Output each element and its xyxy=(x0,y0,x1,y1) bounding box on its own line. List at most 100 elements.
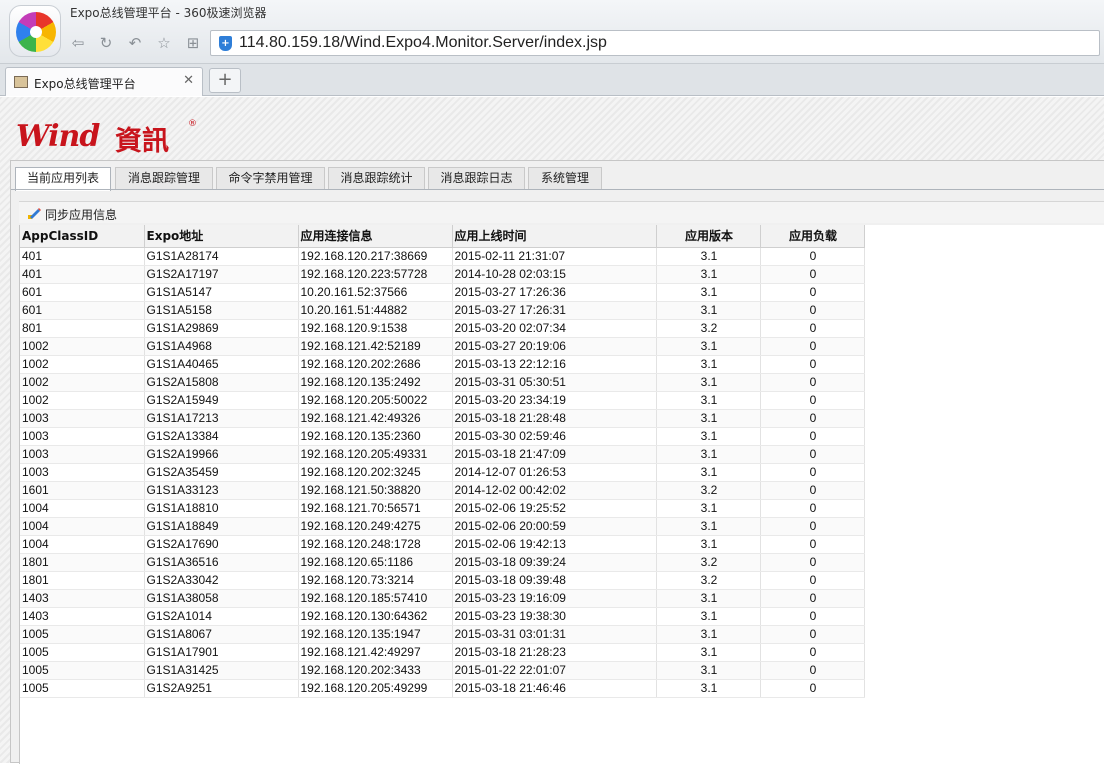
cell-load: 0 xyxy=(760,589,865,608)
cell-appclassid: 1005 xyxy=(20,679,145,698)
cell-expo-address: G1S1A36516 xyxy=(144,553,299,572)
cell-version: 3.1 xyxy=(656,337,761,356)
table-row[interactable]: 601 G1S1A5147 10.20.161.52:37566 2015-03-27… xyxy=(20,283,865,302)
cell-online-time: 2015-02-06 19:25:52 xyxy=(452,499,657,518)
cell-expo-address: G1S2A13384 xyxy=(144,427,299,446)
back-icon[interactable]: ⇦ xyxy=(68,34,88,52)
col-header-load[interactable]: 应用负载 xyxy=(760,225,865,248)
new-tab-button[interactable]: + xyxy=(209,68,241,93)
refresh-icon[interactable]: ↻ xyxy=(96,34,116,52)
cell-connection: 192.168.120.205:49299 xyxy=(298,679,453,698)
cell-appclassid: 401 xyxy=(20,247,145,266)
cell-load: 0 xyxy=(760,679,865,698)
cell-appclassid: 1801 xyxy=(20,553,145,572)
page-body: Wind 資訊 ® 当前应用列表 消息跟踪管理 命令字禁用管理 消息跟踪统计 消… xyxy=(0,97,1104,764)
col-header-connection[interactable]: 应用连接信息 xyxy=(298,225,453,248)
table-row[interactable]: 1005 G1S1A8067 192.168.120.135:1947 2015-03… xyxy=(20,625,865,644)
cell-expo-address: G1S1A17901 xyxy=(144,643,299,662)
table-row[interactable]: 1004 G1S1A18849 192.168.120.249:4275 2015-0… xyxy=(20,517,865,536)
tab-system-admin[interactable]: 系统管理 xyxy=(528,167,602,189)
col-header-expo-address[interactable]: Expo地址 xyxy=(144,225,299,248)
table-row[interactable]: 1801 G1S1A36516 192.168.120.65:1186 2015-03… xyxy=(20,553,865,572)
table-row[interactable]: 1003 G1S2A35459 192.168.120.202:3245 2014-1… xyxy=(20,463,865,482)
col-header-online-time[interactable]: 应用上线时间 xyxy=(452,225,657,248)
cell-appclassid: 1004 xyxy=(20,517,145,536)
col-header-version[interactable]: 应用版本 xyxy=(656,225,761,248)
tab-message-tracking[interactable]: 消息跟踪管理 xyxy=(115,167,213,189)
cell-connection: 192.168.120.135:2360 xyxy=(298,427,453,446)
table-row[interactable]: 1002 G1S2A15949 192.168.120.205:50022 2015-… xyxy=(20,391,865,410)
col-header-appclassid[interactable]: AppClassID xyxy=(20,225,145,248)
tab-command-disable[interactable]: 命令字禁用管理 xyxy=(216,167,325,189)
cell-online-time: 2015-02-06 19:42:13 xyxy=(452,535,657,554)
cell-online-time: 2015-03-27 17:26:36 xyxy=(452,283,657,302)
cell-version: 3.1 xyxy=(656,643,761,662)
cell-connection: 192.168.120.130:64362 xyxy=(298,607,453,626)
cell-expo-address: G1S2A19966 xyxy=(144,445,299,464)
table-row[interactable]: 1002 G1S2A15808 192.168.120.135:2492 2015-0… xyxy=(20,373,865,392)
table-row[interactable]: 1005 G1S1A31425 192.168.120.202:3433 2015-0… xyxy=(20,661,865,680)
cell-appclassid: 601 xyxy=(20,301,145,320)
table-row[interactable]: 1003 G1S1A17213 192.168.121.42:49326 2015-0… xyxy=(20,409,865,428)
cell-version: 3.1 xyxy=(656,499,761,518)
cell-connection: 192.168.120.249:4275 xyxy=(298,517,453,536)
cell-appclassid: 1801 xyxy=(20,571,145,590)
table-row[interactable]: 1005 G1S1A17901 192.168.121.42:49297 2015-0… xyxy=(20,643,865,662)
table-row[interactable]: 1403 G1S1A38058 192.168.120.185:57410 2015-… xyxy=(20,589,865,608)
cell-load: 0 xyxy=(760,445,865,464)
cell-appclassid: 1003 xyxy=(20,427,145,446)
favorite-star-icon[interactable]: ☆ xyxy=(154,34,174,52)
table-row[interactable]: 1003 G1S2A13384 192.168.120.135:2360 2015-0… xyxy=(20,427,865,446)
table-row[interactable]: 1801 G1S2A33042 192.168.120.73:3214 2015-03… xyxy=(20,571,865,590)
cell-appclassid: 1403 xyxy=(20,607,145,626)
app-table: AppClassID Expo地址 应用连接信息 应用上线时间 应用版本 应用负… xyxy=(20,225,865,698)
cell-connection: 10.20.161.51:44882 xyxy=(298,301,453,320)
main-panel: 当前应用列表 消息跟踪管理 命令字禁用管理 消息跟踪统计 消息跟踪日志 系统管理… xyxy=(10,160,1104,764)
wind-logo: Wind xyxy=(16,119,100,154)
cell-online-time: 2015-02-11 21:31:07 xyxy=(452,247,657,266)
security-shield-icon: + xyxy=(219,36,232,51)
cell-version: 3.2 xyxy=(656,553,761,572)
url-text[interactable]: 114.80.159.18/Wind.Expo4.Monitor.Server/… xyxy=(239,34,607,52)
browser-logo-icon[interactable] xyxy=(9,5,61,57)
cell-appclassid: 1004 xyxy=(20,499,145,518)
address-bar[interactable]: + 114.80.159.18/Wind.Expo4.Monitor.Serve… xyxy=(210,30,1100,56)
table-row[interactable]: 401 G1S1A28174 192.168.120.217:38669 2015-0… xyxy=(20,247,865,266)
table-row[interactable]: 1601 G1S1A33123 192.168.121.50:38820 2014-1… xyxy=(20,481,865,500)
apps-grid-icon[interactable]: ⊞ xyxy=(183,34,203,52)
tab-current-apps[interactable]: 当前应用列表 xyxy=(15,167,111,191)
table-row[interactable]: 601 G1S1A5158 10.20.161.51:44882 2015-03-27… xyxy=(20,301,865,320)
table-row[interactable]: 1003 G1S2A19966 192.168.120.205:49331 2015-… xyxy=(20,445,865,464)
cell-load: 0 xyxy=(760,409,865,428)
cell-online-time: 2015-03-18 09:39:48 xyxy=(452,571,657,590)
cell-online-time: 2015-03-31 05:30:51 xyxy=(452,373,657,392)
sync-app-info-button[interactable]: 同步应用信息 xyxy=(45,206,117,223)
tab-tracking-log[interactable]: 消息跟踪日志 xyxy=(428,167,525,189)
cell-connection: 192.168.120.73:3214 xyxy=(298,571,453,590)
edit-pencil-icon[interactable] xyxy=(27,206,41,220)
cell-connection: 192.168.120.205:50022 xyxy=(298,391,453,410)
cell-appclassid: 1601 xyxy=(20,481,145,500)
cell-online-time: 2015-03-27 20:19:06 xyxy=(452,337,657,356)
table-row[interactable]: 1004 G1S2A17690 192.168.120.248:1728 2015-0… xyxy=(20,535,865,554)
table-row[interactable]: 1002 G1S1A4968 192.168.121.42:52189 2015-03… xyxy=(20,337,865,356)
table-row[interactable]: 1004 G1S1A18810 192.168.121.70:56571 2015-0… xyxy=(20,499,865,518)
browser-tab-strip: Expo总线管理平台 ✕ + xyxy=(0,64,1104,96)
cell-appclassid: 1005 xyxy=(20,625,145,644)
cell-expo-address: G1S1A33123 xyxy=(144,481,299,500)
browser-tab[interactable]: Expo总线管理平台 ✕ xyxy=(5,67,203,96)
undo-icon[interactable]: ↶ xyxy=(125,34,145,52)
table-row[interactable]: 1005 G1S2A9251 192.168.120.205:49299 2015-0… xyxy=(20,679,865,698)
cell-load: 0 xyxy=(760,535,865,554)
cell-online-time: 2015-02-06 20:00:59 xyxy=(452,517,657,536)
tab-tracking-stats[interactable]: 消息跟踪统计 xyxy=(328,167,425,189)
cell-online-time: 2014-12-02 00:42:02 xyxy=(452,481,657,500)
table-row[interactable]: 1002 G1S1A40465 192.168.120.202:2686 2015-0… xyxy=(20,355,865,374)
table-row[interactable]: 401 G1S2A17197 192.168.120.223:57728 2014-1… xyxy=(20,265,865,284)
table-row[interactable]: 1403 G1S2A1014 192.168.120.130:64362 2015-0… xyxy=(20,607,865,626)
cell-appclassid: 1002 xyxy=(20,373,145,392)
table-row[interactable]: 801 G1S1A29869 192.168.120.9:1538 2015-03-2… xyxy=(20,319,865,338)
close-tab-icon[interactable]: ✕ xyxy=(183,73,194,88)
cell-version: 3.1 xyxy=(656,535,761,554)
table-header-row: AppClassID Expo地址 应用连接信息 应用上线时间 应用版本 应用负… xyxy=(20,225,865,248)
